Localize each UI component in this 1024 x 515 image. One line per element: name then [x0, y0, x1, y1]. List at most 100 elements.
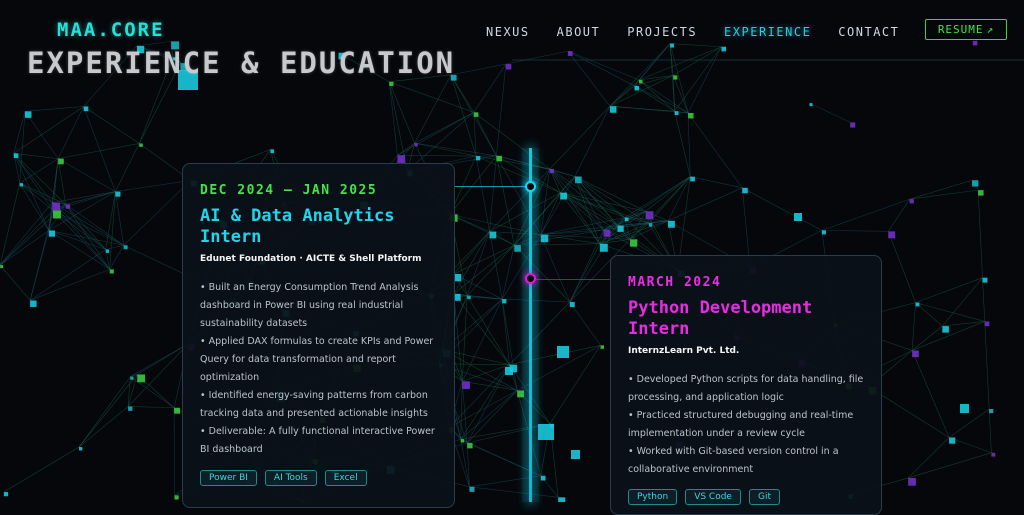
nav-experience[interactable]: EXPERIENCE	[724, 25, 811, 39]
network-node	[462, 381, 470, 389]
network-link	[550, 106, 610, 169]
timeline-connector-1	[454, 186, 526, 187]
network-link	[978, 190, 982, 278]
network-node	[558, 497, 565, 502]
network-node	[106, 249, 109, 252]
network-link	[912, 321, 985, 350]
network-link	[570, 302, 601, 345]
network-link	[415, 143, 476, 156]
network-link	[30, 210, 53, 300]
network-node	[575, 176, 582, 183]
skill-tag: AI Tools	[265, 470, 317, 486]
nav-about[interactable]: ABOUT	[557, 25, 601, 39]
network-node	[688, 113, 693, 118]
card-role: AI & Data Analytics Intern	[200, 206, 440, 248]
network-link	[670, 44, 721, 47]
network-link	[106, 245, 124, 249]
network-link	[912, 303, 916, 351]
skill-tag: Git	[749, 489, 780, 505]
network-link	[610, 106, 675, 111]
network-node	[675, 111, 679, 115]
network-link	[58, 159, 65, 205]
network-node	[538, 424, 554, 440]
network-link	[451, 75, 497, 156]
network-link	[66, 192, 116, 205]
network-link	[910, 180, 972, 199]
network-node	[502, 299, 506, 303]
network-link	[53, 210, 110, 269]
network-link	[983, 278, 985, 322]
network-link	[888, 199, 909, 231]
skill-tags: Python VS Code Git	[628, 489, 780, 505]
skill-tag: Python	[628, 489, 677, 505]
network-link	[462, 299, 502, 381]
network-link	[496, 156, 514, 245]
network-node	[130, 377, 133, 380]
logo[interactable]: MAA.CORE	[57, 19, 165, 41]
network-node	[58, 159, 64, 165]
network-link	[690, 177, 742, 188]
network-node	[721, 47, 726, 52]
network-link	[0, 265, 30, 300]
network-node	[910, 199, 914, 203]
network-link	[496, 64, 505, 156]
skill-tags: Power BI AI Tools Excel	[200, 470, 367, 486]
network-link	[675, 111, 691, 176]
network-link	[389, 82, 414, 143]
network-link	[451, 75, 476, 156]
network-node	[174, 495, 178, 499]
network-node	[600, 244, 608, 252]
network-link	[541, 230, 604, 235]
network-link	[20, 183, 49, 230]
bullet-item: Worked with Git-based version control in…	[628, 443, 868, 479]
network-node	[960, 404, 969, 413]
network-link	[570, 244, 600, 302]
timeline-node-1	[525, 181, 536, 192]
card-date: MARCH 2024	[628, 275, 721, 290]
network-link	[634, 86, 674, 111]
network-link	[467, 365, 509, 443]
network-node	[461, 439, 464, 442]
section-title: EXPERIENCE & EDUCATION	[27, 46, 455, 80]
resume-label: RESUME	[938, 23, 984, 36]
network-node	[649, 223, 652, 226]
network-link	[467, 232, 489, 296]
skill-tag: Excel	[325, 470, 367, 486]
network-link	[474, 112, 497, 155]
network-link	[912, 350, 949, 437]
network-node	[124, 245, 128, 249]
network-link	[454, 232, 490, 274]
network-link	[30, 269, 110, 300]
network-link	[506, 51, 568, 64]
card-organization: Edunet Foundation · AICTE & Shell Platfo…	[200, 254, 422, 264]
network-link	[0, 183, 20, 265]
nav-contact[interactable]: CONTACT	[838, 25, 899, 39]
timeline-node-2	[525, 273, 536, 284]
network-node	[617, 226, 623, 232]
network-link	[137, 344, 188, 375]
network-link	[985, 321, 989, 409]
network-node	[541, 476, 546, 481]
network-link	[469, 487, 558, 498]
network-node	[850, 122, 855, 127]
network-link	[389, 82, 474, 113]
network-node	[908, 478, 916, 486]
nav-projects[interactable]: PROJECTS	[627, 25, 697, 39]
nav-nexus[interactable]: NEXUS	[486, 25, 530, 39]
network-node	[610, 106, 617, 113]
network-link	[397, 112, 473, 155]
resume-button[interactable]: RESUME ↗	[925, 19, 1007, 40]
network-node	[978, 190, 983, 195]
network-link	[461, 390, 517, 439]
network-link	[949, 438, 991, 453]
network-link	[575, 176, 604, 229]
network-node	[110, 269, 114, 273]
network-node	[174, 408, 180, 414]
network-node	[646, 211, 654, 219]
card-date: DEC 2024 – JAN 2025	[200, 183, 377, 198]
network-link	[462, 296, 467, 382]
network-node	[639, 80, 643, 84]
network-node	[467, 443, 472, 448]
network-node	[270, 149, 274, 153]
network-link	[106, 192, 116, 250]
